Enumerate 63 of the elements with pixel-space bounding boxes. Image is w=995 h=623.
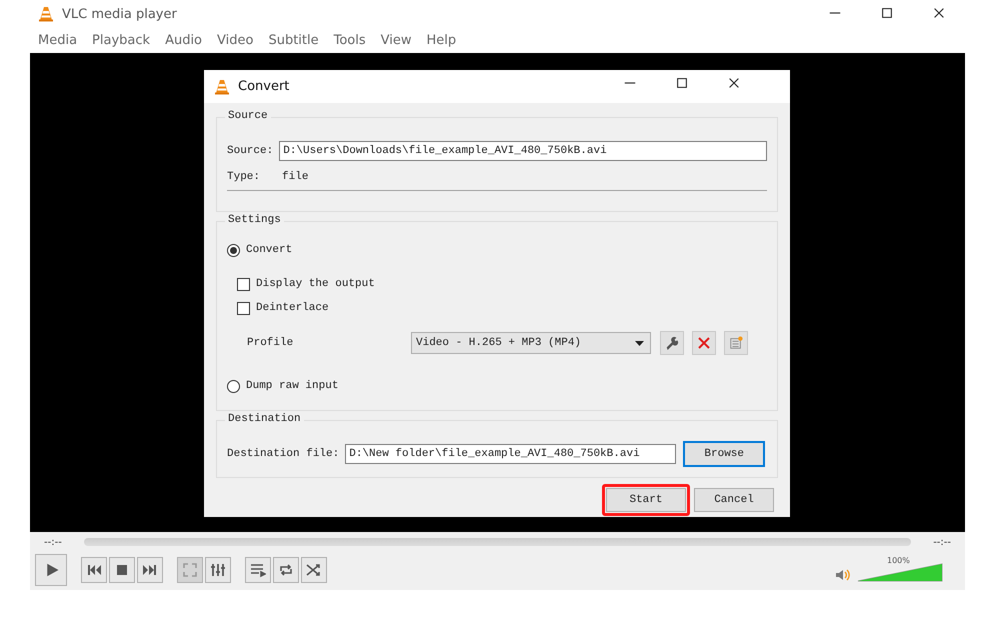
browse-button[interactable]: Browse — [684, 442, 764, 466]
skip-back-button[interactable] — [81, 557, 107, 583]
checkbox[interactable] — [237, 278, 250, 290]
menu-item[interactable]: Tools — [334, 33, 366, 48]
list-icon — [729, 336, 743, 350]
traffic-cone-icon — [214, 78, 230, 94]
maximize-icon[interactable] — [675, 76, 689, 90]
checkbox-label: Deinterlace — [256, 302, 329, 314]
profile-dropdown[interactable]: Video - H.265 + MP3 (MP4) — [411, 332, 651, 354]
remaining-time: --:-- — [933, 536, 951, 548]
delete-icon — [698, 337, 710, 349]
shuffle-icon — [306, 562, 322, 578]
type-value: file — [282, 171, 308, 183]
dialog-title: Convert — [238, 79, 290, 94]
field-label: Source: — [227, 145, 274, 157]
speaker-icon[interactable] — [835, 568, 851, 582]
menu-item[interactable]: Media — [38, 33, 78, 48]
radio-label: Dump raw input — [246, 380, 338, 392]
menu-item[interactable]: View — [380, 33, 412, 48]
field-label: Type: — [227, 171, 260, 183]
maximize-icon[interactable] — [880, 6, 894, 20]
window-title: VLC media player — [62, 6, 177, 22]
elapsed-time: --:-- — [44, 536, 62, 548]
loop-button[interactable] — [273, 557, 299, 583]
playlist-button[interactable] — [245, 557, 271, 583]
stop-button[interactable] — [109, 557, 135, 583]
checkbox-label: Display the output — [256, 278, 375, 290]
radio-label: Convert — [246, 244, 292, 256]
wrench-icon — [665, 336, 679, 350]
close-icon[interactable] — [727, 76, 741, 90]
wrench-button[interactable] — [660, 331, 684, 355]
play-button[interactable] — [35, 554, 67, 586]
menu-item[interactable]: Subtitle — [268, 33, 319, 48]
shuffle-button[interactable] — [301, 557, 327, 583]
source-field[interactable]: D:\Users\Downloads\file_example_AVI_480_750kB.avi — [279, 141, 767, 161]
radio-button[interactable] — [227, 244, 240, 256]
dropdown-arrow-icon — [635, 340, 644, 346]
group-legend: Settings — [225, 214, 284, 226]
skip-back-icon — [86, 562, 102, 578]
menu-item[interactable]: Help — [426, 33, 456, 48]
traffic-cone-icon — [38, 6, 54, 22]
radio-button[interactable] — [227, 380, 240, 392]
dialog-button[interactable]: Start — [606, 488, 686, 512]
fullscreen-icon — [182, 562, 198, 578]
field-label: Destination file: — [227, 448, 340, 460]
skip-forward-icon — [142, 562, 158, 578]
checkbox[interactable] — [237, 302, 250, 314]
menu-item[interactable]: Video — [217, 33, 254, 48]
new-profile-button[interactable] — [724, 331, 748, 355]
playlist-icon — [250, 562, 266, 578]
stop-icon — [114, 562, 130, 578]
destination-field[interactable]: D:\New folder\file_example_AVI_480_750kB.avi — [345, 444, 676, 464]
delete-button[interactable] — [692, 331, 716, 355]
menu-item[interactable]: Audio — [165, 33, 202, 48]
skip-forward-button[interactable] — [137, 557, 163, 583]
close-icon[interactable] — [932, 6, 946, 20]
profile-label: Profile — [247, 337, 294, 349]
loop-icon — [278, 562, 294, 578]
sliders-button[interactable] — [205, 557, 231, 583]
sliders-icon — [210, 562, 226, 578]
volume-reading: 100% — [887, 556, 910, 565]
dialog-button[interactable]: Cancel — [694, 488, 774, 512]
menu-item[interactable]: Playback — [92, 33, 150, 48]
